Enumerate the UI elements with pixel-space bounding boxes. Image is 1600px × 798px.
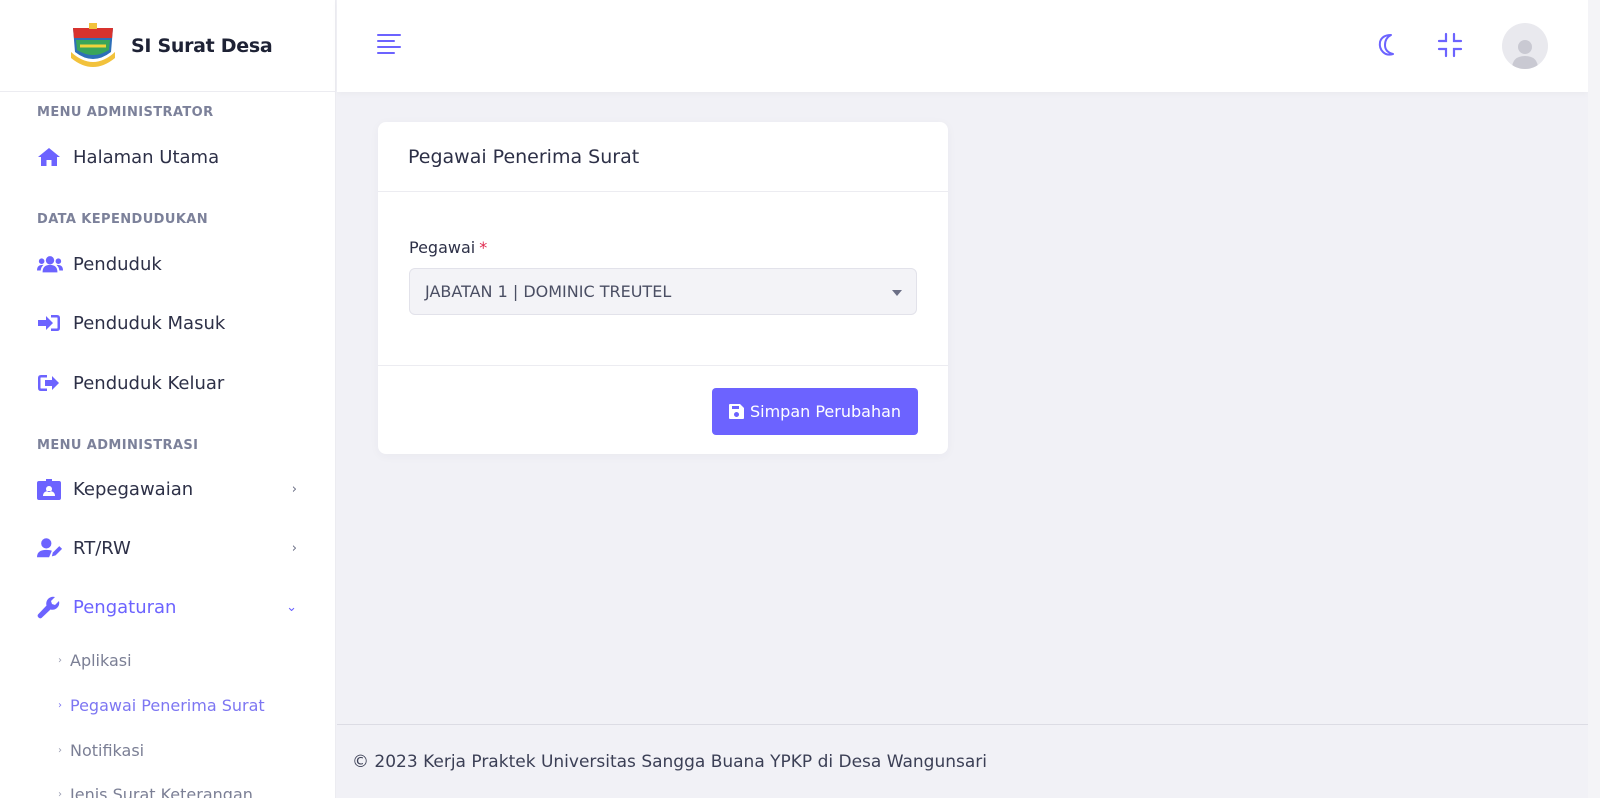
sign-out-icon: [37, 372, 63, 394]
caret-down-icon: [892, 290, 902, 296]
bullet-icon: ›: [58, 744, 62, 756]
sidebar-subitem-pegawai-penerima-surat[interactable]: › Pegawai Penerima Surat: [58, 693, 265, 717]
sidebar-item-kepegawaian[interactable]: Kepegawaian ›: [37, 471, 297, 507]
sidebar-subitem-notifikasi[interactable]: › Notifikasi: [58, 738, 144, 762]
footer-text: © 2023 Kerja Praktek Universitas Sangga …: [352, 752, 987, 772]
sidebar-item-label: Kepegawaian: [73, 478, 194, 500]
id-badge-icon: [37, 478, 63, 500]
user-edit-icon: [37, 537, 63, 559]
sidebar-subitem-label: Pegawai Penerima Surat: [70, 695, 265, 715]
user-avatar-icon[interactable]: [1502, 23, 1548, 69]
pegawai-select[interactable]: JABATAN 1 | DOMINIC TREUTEL: [409, 268, 917, 315]
section-heading-data-kependudukan: DATA KEPENDUDUKAN: [37, 212, 209, 227]
home-icon: [37, 146, 63, 168]
topbar: [337, 0, 1588, 92]
sidebar-subitem-jenis-surat-keterangan[interactable]: › Jenis Surat Keterangan: [58, 782, 253, 798]
user-silhouette-icon: [1512, 40, 1538, 69]
sidebar-item-rt-rw[interactable]: RT/RW ›: [37, 530, 297, 566]
village-emblem-logo: [71, 22, 115, 67]
sidebar-item-penduduk-keluar[interactable]: Penduduk Keluar: [37, 365, 297, 401]
footer: © 2023 Kerja Praktek Universitas Sangga …: [337, 724, 1588, 798]
chevron-down-icon: ⌄: [286, 599, 297, 615]
sidebar-item-label: RT/RW: [73, 537, 131, 559]
sidebar: SI Surat Desa MENU ADMINISTRATOR Halaman…: [0, 0, 336, 798]
sidebar-item-pengaturan[interactable]: Pengaturan ⌄: [37, 589, 297, 625]
card-header: Pegawai Penerima Surat: [378, 122, 948, 192]
sidebar-item-halaman-utama[interactable]: Halaman Utama: [37, 139, 297, 175]
sign-in-icon: [37, 312, 63, 334]
compress-icon[interactable]: [1437, 32, 1463, 58]
users-icon: [37, 253, 63, 275]
sidebar-item-label: Penduduk Masuk: [73, 312, 226, 334]
section-heading-menu-administrator: MENU ADMINISTRATOR: [37, 105, 214, 120]
save-icon: [728, 404, 744, 419]
card-title: Pegawai Penerima Surat: [408, 146, 640, 168]
sidebar-subitem-label: Jenis Surat Keterangan: [70, 784, 253, 798]
chevron-right-icon: ›: [291, 540, 297, 556]
pegawai-select-value: JABATAN 1 | DOMINIC TREUTEL: [425, 282, 672, 301]
sidebar-subitem-aplikasi[interactable]: › Aplikasi: [58, 648, 132, 672]
section-heading-menu-administrasi: MENU ADMINISTRASI: [37, 438, 199, 453]
pegawai-label-text: Pegawai: [409, 238, 476, 257]
sidebar-subitem-label: Notifikasi: [70, 740, 145, 760]
pegawai-field-label: Pegawai *: [409, 238, 487, 257]
brand-name: SI Surat Desa: [131, 34, 273, 57]
save-button-label: Simpan Perubahan: [749, 402, 902, 421]
sidebar-item-penduduk[interactable]: Penduduk: [37, 246, 297, 282]
required-mark: *: [479, 238, 488, 257]
save-button[interactable]: Simpan Perubahan: [712, 388, 918, 435]
bullet-icon: ›: [58, 699, 62, 711]
card-body: Pegawai * JABATAN 1 | DOMINIC TREUTEL: [378, 192, 948, 366]
sidebar-item-label: Pengaturan: [73, 596, 177, 618]
sidebar-item-penduduk-masuk[interactable]: Penduduk Masuk: [37, 305, 297, 341]
chevron-right-icon: ›: [291, 481, 297, 497]
page-scrollbar[interactable]: [1588, 0, 1600, 798]
brand[interactable]: SI Surat Desa: [0, 0, 335, 92]
sidebar-subitem-label: Aplikasi: [70, 650, 132, 670]
sidebar-item-label: Penduduk Keluar: [73, 372, 225, 394]
wrench-icon: [37, 596, 63, 619]
bullet-icon: ›: [58, 654, 62, 666]
moon-icon[interactable]: [1377, 32, 1403, 58]
hamburger-icon[interactable]: [377, 34, 401, 58]
sidebar-item-label: Halaman Utama: [73, 146, 220, 168]
bullet-icon: ›: [58, 788, 62, 798]
pegawai-penerima-surat-card: Pegawai Penerima Surat Pegawai * JABATAN …: [378, 122, 948, 454]
sidebar-item-label: Penduduk: [73, 253, 162, 275]
